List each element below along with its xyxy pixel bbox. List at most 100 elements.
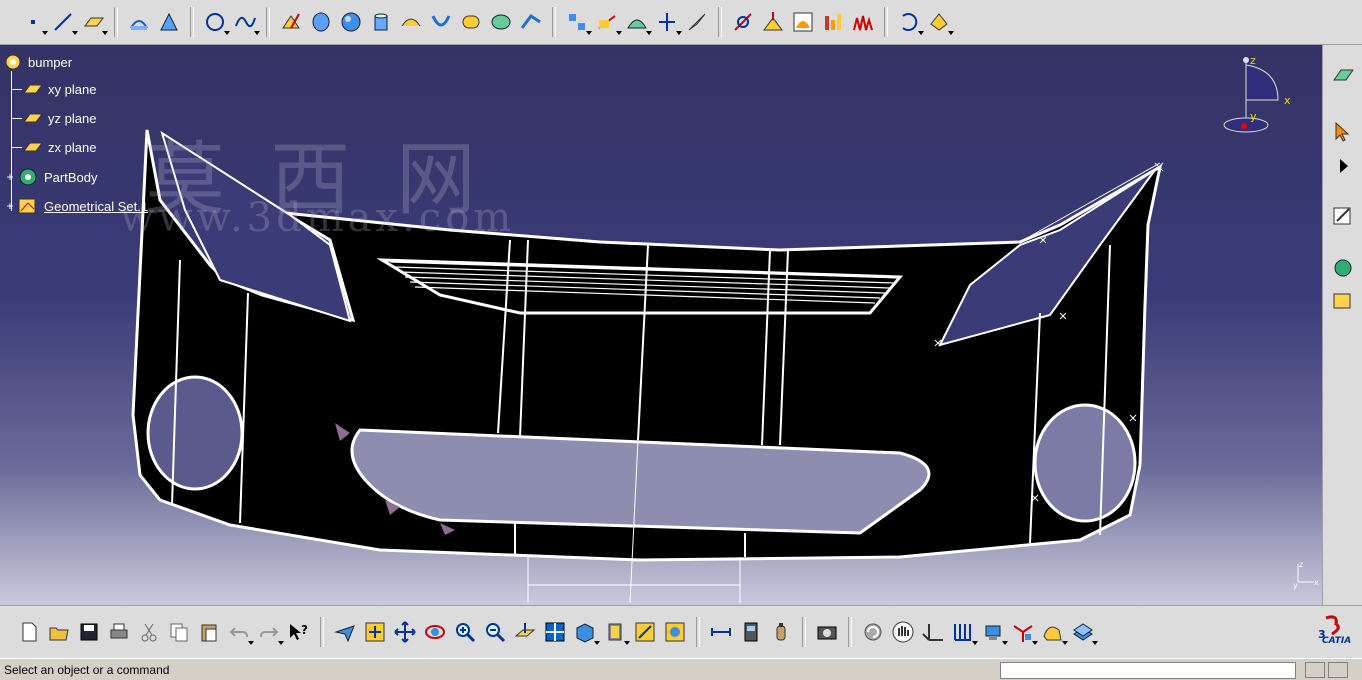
paste-icon[interactable] xyxy=(194,617,224,647)
undo-icon[interactable] xyxy=(224,617,254,647)
measure-item-icon[interactable] xyxy=(736,617,766,647)
analysis-icon[interactable] xyxy=(788,7,818,37)
projection-icon[interactable] xyxy=(124,7,154,37)
bottom-toolbar: ? 3 CATIA xyxy=(0,605,1362,658)
compass-y-label: y xyxy=(1250,110,1257,123)
line-icon[interactable] xyxy=(48,7,78,37)
tree-item-zx-plane[interactable]: zx plane xyxy=(12,139,96,155)
expand-icon[interactable]: + xyxy=(4,200,16,212)
grid-icon[interactable] xyxy=(948,617,978,647)
join-icon[interactable] xyxy=(562,7,592,37)
whats-this-help-icon[interactable]: ? xyxy=(284,617,314,647)
point-icon[interactable] xyxy=(18,7,48,37)
insert-geometrical-set-icon[interactable] xyxy=(1328,287,1358,317)
specification-tree: bumper xy plane yz plane zx plane + Part… xyxy=(0,45,200,225)
update-icon[interactable] xyxy=(894,7,924,37)
compass-icon[interactable]: z x y xyxy=(1212,50,1302,150)
mini-axis-z: z xyxy=(1299,560,1303,569)
tree-item-partbody[interactable]: + PartBody xyxy=(4,166,97,188)
left-fog-lamp-opening xyxy=(146,375,244,491)
intersection-icon[interactable] xyxy=(154,7,184,37)
3d-viewport[interactable]: 莫 西 网 www.3dmax.com bumper xy plane yz p… xyxy=(0,45,1322,605)
normal-view-icon[interactable] xyxy=(510,617,540,647)
save-icon[interactable] xyxy=(74,617,104,647)
plane-tool-icon[interactable] xyxy=(78,7,108,37)
extrude-icon[interactable] xyxy=(276,7,306,37)
plane-icon xyxy=(23,113,43,123)
translate-icon[interactable] xyxy=(652,7,682,37)
geometrical-set-icon xyxy=(18,198,36,214)
partbody-gear-icon xyxy=(19,168,37,186)
sphere-icon[interactable] xyxy=(336,7,366,37)
fill-surface-icon[interactable] xyxy=(456,7,486,37)
catalog-icon[interactable] xyxy=(1068,617,1098,647)
spline-icon[interactable] xyxy=(230,7,260,37)
curvature-analysis-icon[interactable] xyxy=(848,7,878,37)
print-icon[interactable] xyxy=(104,617,134,647)
constraint-icon[interactable] xyxy=(1008,617,1038,647)
mini-axis-x: x xyxy=(1314,578,1319,587)
svg-text:?: ? xyxy=(301,623,308,637)
compass-x-label: x xyxy=(1284,94,1291,107)
circle-icon[interactable] xyxy=(200,7,230,37)
multi-section-surface-icon[interactable] xyxy=(486,7,516,37)
plane-icon xyxy=(23,84,43,94)
instantiate-icon[interactable] xyxy=(924,7,954,37)
cut-icon[interactable] xyxy=(134,617,164,647)
expand-icon[interactable]: + xyxy=(4,171,16,183)
mini-axis-y: y xyxy=(1293,581,1298,590)
fit-all-in-icon[interactable] xyxy=(360,617,390,647)
revolve-icon[interactable] xyxy=(306,7,336,37)
maximize-button[interactable] xyxy=(1328,662,1348,678)
part-icon xyxy=(5,54,21,70)
multi-view-icon[interactable] xyxy=(540,617,570,647)
global-rotate-icon[interactable] xyxy=(858,617,888,647)
zoom-in-icon[interactable] xyxy=(450,617,480,647)
sketch-tools-icon[interactable] xyxy=(1038,617,1068,647)
edit-sketch-icon[interactable] xyxy=(1328,201,1358,231)
swap-visible-space-icon[interactable] xyxy=(660,617,690,647)
restore-button[interactable] xyxy=(1305,662,1325,678)
tree-item-yz-plane[interactable]: yz plane xyxy=(12,110,96,126)
sketcher-icon[interactable] xyxy=(1328,61,1358,91)
fillet-icon[interactable] xyxy=(622,7,652,37)
command-input[interactable] xyxy=(1000,662,1296,679)
axis-system-icon[interactable] xyxy=(728,7,758,37)
manipulate-hand-icon[interactable] xyxy=(888,617,918,647)
fly-mode-icon[interactable] xyxy=(330,617,360,647)
status-bar: Select an object or a command xyxy=(0,658,1362,680)
catia-logo: 3 CATIA xyxy=(1312,614,1356,650)
blend-icon[interactable] xyxy=(516,7,546,37)
right-fog-lamp-opening xyxy=(1033,403,1137,523)
split-icon[interactable] xyxy=(592,7,622,37)
hide-show-icon[interactable] xyxy=(630,617,660,647)
capture-icon[interactable] xyxy=(812,617,842,647)
top-toolbar xyxy=(0,0,1362,45)
sweep-icon[interactable] xyxy=(426,7,456,37)
measure-inertia-icon[interactable] xyxy=(766,617,796,647)
create-datum-icon[interactable] xyxy=(758,7,788,37)
axis-icon[interactable] xyxy=(918,617,948,647)
expand-toolbar-icon[interactable] xyxy=(1328,151,1358,181)
tree-root-bumper[interactable]: bumper xyxy=(2,51,72,73)
pan-icon[interactable] xyxy=(390,617,420,647)
zoom-out-icon[interactable] xyxy=(480,617,510,647)
rotate-icon[interactable] xyxy=(420,617,450,647)
snap-icon[interactable] xyxy=(978,617,1008,647)
cylinder-icon[interactable] xyxy=(366,7,396,37)
tree-item-xy-plane[interactable]: xy plane xyxy=(12,81,96,97)
compass-z-label: z xyxy=(1250,54,1256,67)
draft-analysis-icon[interactable] xyxy=(818,7,848,37)
select-icon[interactable] xyxy=(1328,117,1358,147)
open-folder-icon[interactable] xyxy=(44,617,74,647)
isometric-view-icon[interactable] xyxy=(570,617,600,647)
catalog-browser-icon[interactable] xyxy=(1328,253,1358,283)
extrapolate-icon[interactable] xyxy=(682,7,712,37)
redo-icon[interactable] xyxy=(254,617,284,647)
tree-item-geometrical-set[interactable]: + Geometrical Set.1 xyxy=(4,195,148,217)
new-file-icon[interactable] xyxy=(14,617,44,647)
shading-icon[interactable] xyxy=(600,617,630,647)
measure-between-icon[interactable] xyxy=(706,617,736,647)
copy-icon[interactable] xyxy=(164,617,194,647)
offset-surface-icon[interactable] xyxy=(396,7,426,37)
